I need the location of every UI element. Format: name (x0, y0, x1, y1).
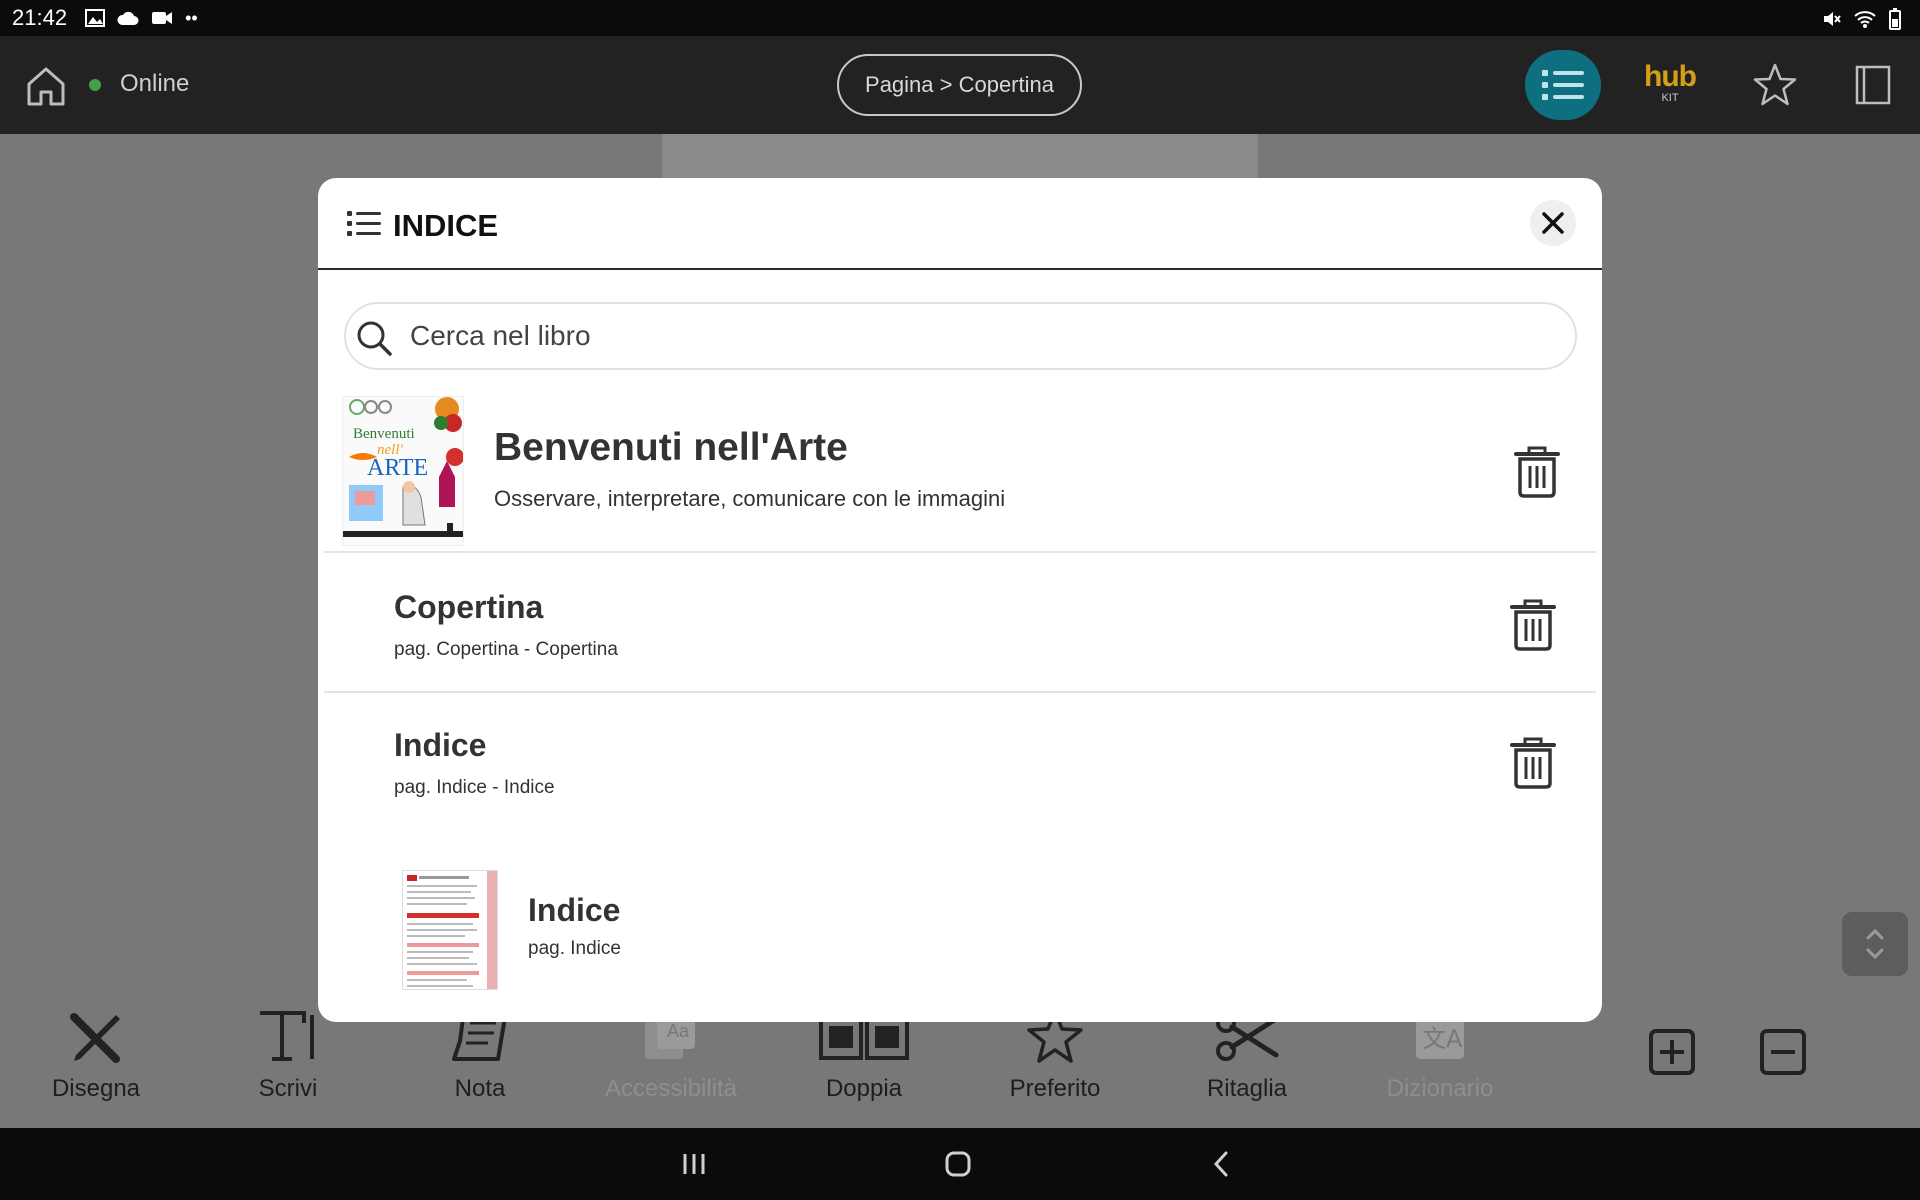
home-nav-icon[interactable] (942, 1148, 974, 1180)
notebook-icon[interactable] (1852, 64, 1894, 106)
zoom-out-icon[interactable] (1759, 1028, 1807, 1076)
home-icon[interactable] (24, 64, 68, 108)
entry-title: Indice (394, 727, 487, 763)
entry-subtitle: pag. Copertina - Copertina (394, 639, 618, 660)
gallery-icon (85, 9, 106, 27)
dialog-header: INDICE (318, 178, 1602, 270)
delete-entry-trash-icon[interactable] (1510, 599, 1556, 651)
page-breadcrumb[interactable]: Pagina > Copertina (837, 54, 1082, 116)
svg-text:文A: 文A (1422, 1025, 1463, 1053)
book-subtitle: Osservare, interpretare, comunicare con … (494, 486, 1006, 511)
favorites-star-icon[interactable] (1752, 62, 1798, 108)
list-icon (1542, 70, 1584, 100)
online-status-dot (89, 79, 101, 91)
hub-kit-logo[interactable]: hub KIT (1640, 62, 1700, 108)
page-thumbnail (402, 870, 498, 990)
video-icon (152, 12, 173, 24)
list-icon (347, 211, 381, 236)
search-input[interactable] (410, 314, 1550, 358)
recent-apps-icon[interactable] (678, 1148, 710, 1180)
dialog-title: INDICE (393, 208, 499, 243)
back-nav-icon[interactable] (1206, 1148, 1238, 1180)
book-title: Benvenuti nell'Arte (494, 426, 848, 469)
delete-book-trash-icon[interactable] (1514, 446, 1560, 498)
delete-entry-trash-icon[interactable] (1510, 737, 1556, 789)
page-scroll-handle[interactable] (1842, 912, 1908, 976)
tool-disegna[interactable]: Disegna (11, 1003, 181, 1113)
table-of-contents-button[interactable] (1525, 50, 1601, 120)
cloud-icon (117, 11, 139, 25)
status-bar: 21:42 •• (0, 0, 1920, 36)
index-dialog: INDICE Cerca nel libro Benvenuti nell' A… (318, 178, 1602, 1022)
more-notifications-icon: •• (185, 7, 198, 28)
index-entry-indice[interactable]: Indice pag. Indice - Indice (324, 693, 1596, 831)
wifi-icon (1854, 11, 1876, 28)
entry-title: Copertina (394, 589, 544, 625)
close-icon (1542, 212, 1564, 234)
entry-subtitle: pag. Indice - Indice (394, 777, 555, 798)
index-entry-copertina[interactable]: Copertina pag. Copertina - Copertina (324, 555, 1596, 693)
svg-text:Aa: Aa (667, 1021, 690, 1041)
status-time: 21:42 (12, 5, 68, 30)
search-bar (344, 302, 1577, 370)
chevron-up-down-icon (1866, 928, 1884, 960)
book-info-row[interactable]: Benvenuti nell' ARTE Benvenuti nell'Arte… (324, 388, 1596, 553)
text-icon (260, 1011, 314, 1061)
page-thumbnail-row[interactable]: Indice pag. Indice (324, 866, 1596, 1016)
search-icon (357, 321, 392, 356)
close-button[interactable] (1530, 200, 1576, 246)
pen-brush-icon (70, 1013, 120, 1063)
book-cover-image: Benvenuti nell' ARTE (342, 396, 464, 546)
thumbnail-entry-title: Indice (528, 892, 621, 928)
mute-icon (1824, 12, 1841, 26)
battery-icon (1889, 8, 1901, 30)
zoom-in-icon[interactable] (1648, 1028, 1696, 1076)
thumbnail-entry-subtitle: pag. Indice (528, 938, 621, 959)
online-status-label: Online (120, 70, 190, 97)
